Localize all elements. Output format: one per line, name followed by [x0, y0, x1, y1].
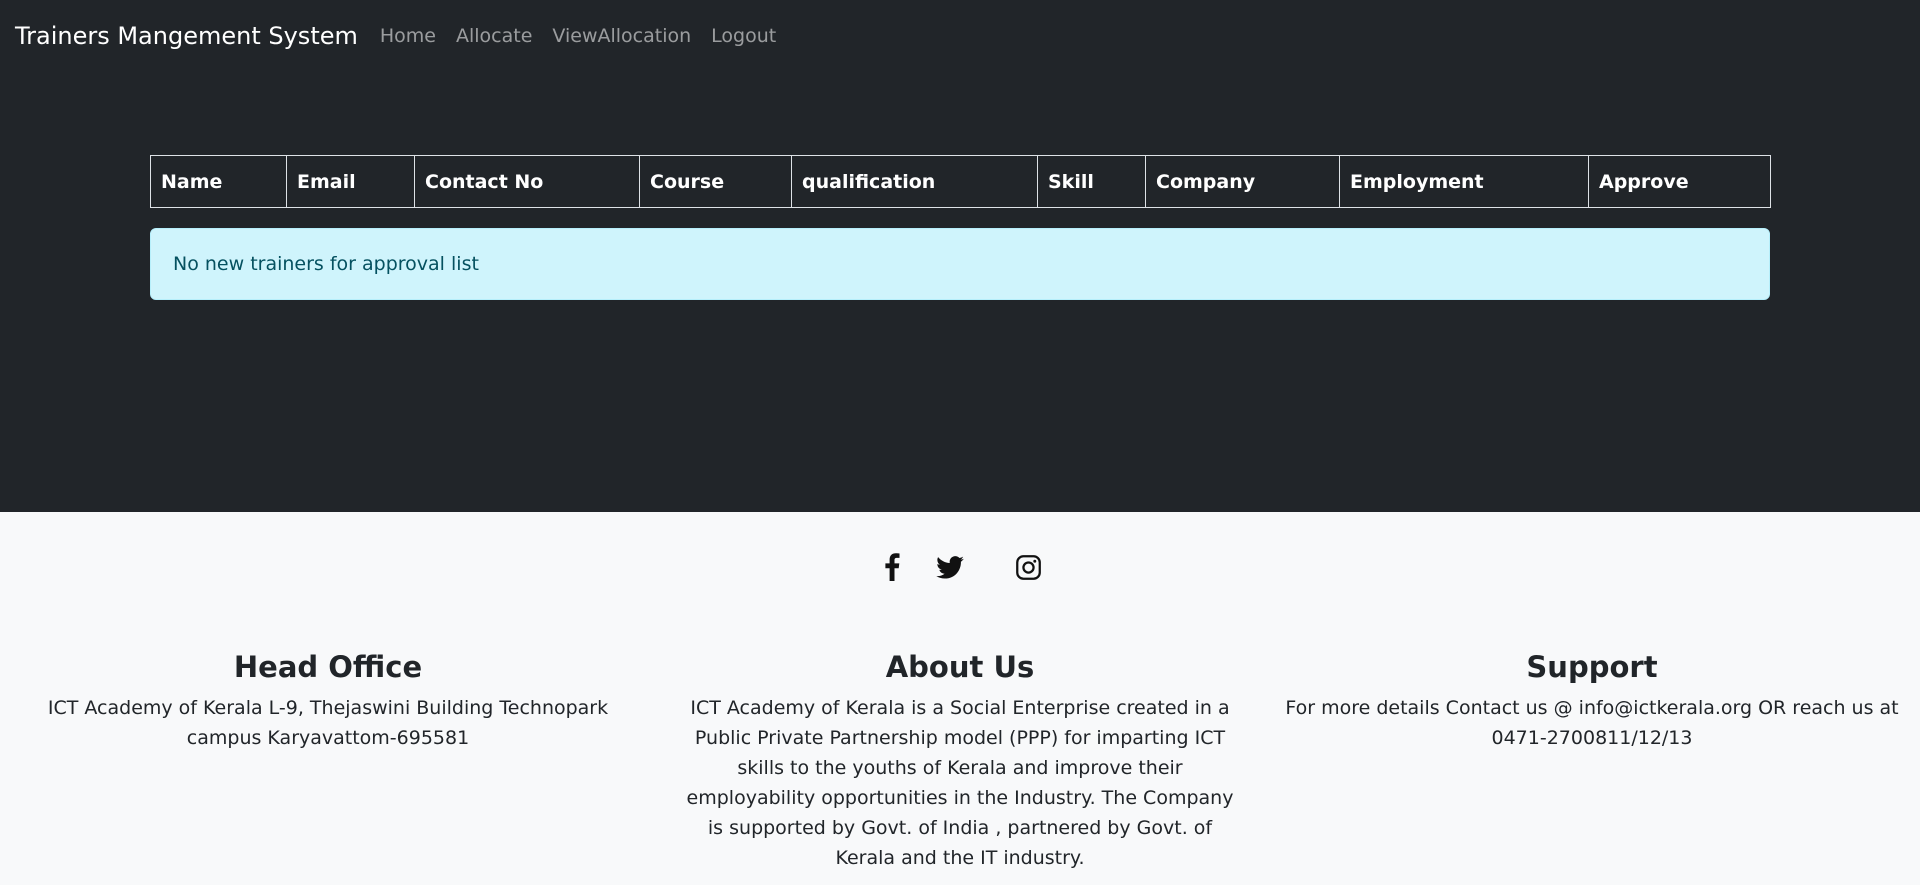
head-office-title: Head Office: [233, 650, 423, 684]
nav-link-allocate[interactable]: Allocate: [456, 25, 532, 47]
footer: Head Office ICT Academy of Kerala L-9, T…: [0, 512, 1920, 885]
nav-link-logout[interactable]: Logout: [711, 25, 776, 47]
alert-message: No new trainers for approval list: [173, 253, 479, 275]
column-header-email: Email: [286, 155, 415, 208]
column-header-contact-no: Contact No: [414, 155, 640, 208]
column-header-company: Company: [1145, 155, 1340, 208]
column-header-name: Name: [150, 155, 287, 208]
about-us-text: ICT Academy of Kerala is a Social Enterp…: [686, 697, 1234, 869]
nav-link-home[interactable]: Home: [380, 25, 436, 47]
about-us-title: About Us: [885, 650, 1035, 684]
content-container: Name Email Contact No Course qualificati…: [150, 155, 1771, 300]
head-office-text: ICT Academy of Kerala L-9, Thejaswini Bu…: [47, 697, 609, 749]
trainers-table: Name Email Contact No Course qualificati…: [150, 155, 1771, 208]
column-header-course: Course: [639, 155, 792, 208]
brand-title[interactable]: Trainers Mangement System: [15, 22, 358, 50]
about-us-section: About Us ICT Academy of Kerala is a Soci…: [644, 647, 1276, 873]
navbar: Trainers Mangement System Home Allocate …: [0, 0, 1920, 72]
support-text: For more details Contact us @ info@ictke…: [1285, 697, 1899, 749]
social-links: [0, 552, 1920, 582]
column-header-qualification: qualification: [791, 155, 1038, 208]
footer-columns: Head Office ICT Academy of Kerala L-9, T…: [0, 647, 1920, 873]
info-alert: No new trainers for approval list: [150, 228, 1770, 300]
main-section: Trainers Mangement System Home Allocate …: [0, 0, 1920, 512]
support-title: Support: [1526, 650, 1658, 684]
column-header-approve: Approve: [1588, 155, 1771, 208]
facebook-icon[interactable]: [877, 552, 907, 582]
support-section: Support For more details Contact us @ in…: [1276, 647, 1908, 873]
column-header-skill: Skill: [1037, 155, 1146, 208]
head-office-section: Head Office ICT Academy of Kerala L-9, T…: [12, 647, 644, 873]
nav-link-viewallocation[interactable]: ViewAllocation: [552, 25, 691, 47]
instagram-icon[interactable]: [1013, 552, 1043, 582]
column-header-employment: Employment: [1339, 155, 1589, 208]
table-header-row: Name Email Contact No Course qualificati…: [150, 155, 1771, 208]
twitter-icon[interactable]: [935, 552, 965, 582]
